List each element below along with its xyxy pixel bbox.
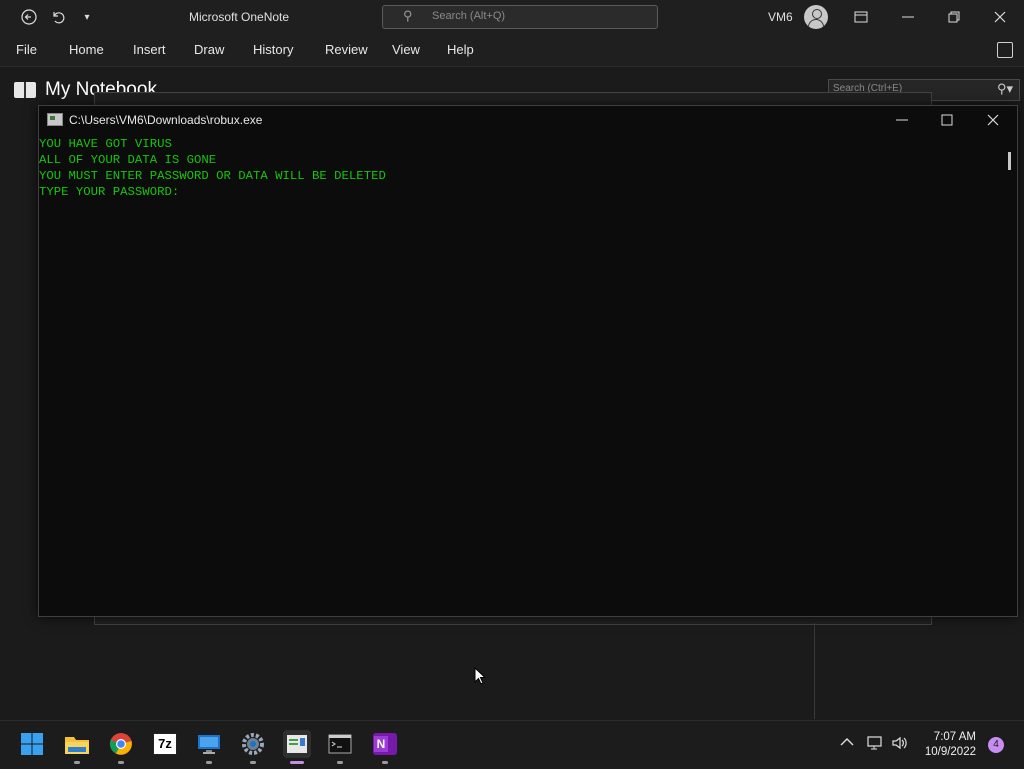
- tab-history[interactable]: History: [253, 42, 293, 57]
- network-icon[interactable]: [866, 735, 884, 755]
- notification-badge[interactable]: 4: [988, 737, 1004, 753]
- divider: [814, 623, 815, 719]
- clock[interactable]: 7:07 AM 10/9/2022: [912, 730, 976, 760]
- quick-access-chevron-icon[interactable]: ▾: [74, 5, 100, 29]
- clock-time: 7:07 AM: [933, 731, 976, 743]
- chevron-up-icon[interactable]: [840, 735, 854, 750]
- search-icon: ⚲: [403, 8, 413, 23]
- console-window[interactable]: C:\Users\VM6\Downloads\robux.exe YOU HAV…: [38, 105, 1018, 617]
- tab-view[interactable]: View: [392, 42, 420, 57]
- notebook-icon: [14, 82, 36, 98]
- volume-icon[interactable]: [891, 735, 909, 755]
- ribbon-display-icon[interactable]: [839, 4, 883, 30]
- search-placeholder: Search (Alt+Q): [432, 10, 506, 22]
- notepad-icon[interactable]: [283, 730, 311, 758]
- console-minimize-button[interactable]: [880, 108, 924, 132]
- title-bar: ▾ Microsoft OneNote ⚲ Search (Alt+Q) VM6: [0, 0, 1024, 34]
- undo-icon[interactable]: [45, 5, 71, 29]
- remote-desktop-icon[interactable]: [196, 731, 222, 757]
- onenote-label: N: [374, 736, 388, 752]
- console-title-bar[interactable]: C:\Users\VM6\Downloads\robux.exe: [39, 106, 1017, 134]
- console-close-button[interactable]: [971, 108, 1015, 132]
- restore-button[interactable]: [932, 4, 976, 30]
- notepad-active-indicator: [290, 761, 304, 764]
- console-output[interactable]: YOU HAVE GOT VIRUS ALL OF YOUR DATA IS G…: [39, 136, 999, 614]
- clock-date: 10/9/2022: [924, 746, 976, 758]
- onenote-running-indicator: [382, 761, 388, 764]
- console-line: YOU HAVE GOT VIRUS: [39, 137, 172, 151]
- minimize-button[interactable]: [886, 4, 930, 30]
- tab-draw[interactable]: Draw: [194, 42, 224, 57]
- settings-running-indicator: [250, 761, 256, 764]
- settings-icon[interactable]: [240, 731, 266, 757]
- close-button[interactable]: [978, 4, 1022, 30]
- terminal-running-indicator: [337, 761, 343, 764]
- console-path: C:\Users\VM6\Downloads\robux.exe: [69, 113, 263, 127]
- 7zip-icon[interactable]: 7z: [152, 731, 178, 757]
- tab-insert[interactable]: Insert: [133, 42, 166, 57]
- sticky-notes-icon[interactable]: [997, 42, 1013, 58]
- taskbar: 7z N 7:07 AM 10/9/2022 4: [0, 720, 1024, 769]
- back-icon[interactable]: [16, 5, 42, 29]
- avatar[interactable]: [804, 5, 828, 29]
- tab-review[interactable]: Review: [325, 42, 368, 57]
- console-line: YOU MUST ENTER PASSWORD OR DATA WILL BE …: [39, 169, 386, 183]
- app-search-input[interactable]: ⚲ Search (Alt+Q): [382, 5, 658, 29]
- console-prompt: TYPE YOUR PASSWORD:: [39, 185, 180, 199]
- chrome-running-indicator: [118, 761, 124, 764]
- app-title: Microsoft OneNote: [189, 10, 290, 24]
- user-name[interactable]: VM6: [768, 10, 793, 24]
- tab-home[interactable]: Home: [69, 42, 104, 57]
- ribbon-tabs: File Home Insert Draw History Review Vie…: [0, 34, 1024, 67]
- console-maximize-button[interactable]: [925, 108, 969, 132]
- file-explorer-running-indicator: [74, 761, 80, 764]
- console-scrollbar-thumb[interactable]: [1008, 152, 1011, 170]
- console-line: ALL OF YOUR DATA IS GONE: [39, 153, 217, 167]
- tab-help[interactable]: Help: [447, 42, 474, 57]
- tab-file[interactable]: File: [16, 42, 37, 57]
- file-explorer-icon[interactable]: [64, 731, 90, 757]
- notebook-search-icon: ⚲▾: [996, 81, 1013, 96]
- 7zip-label: 7z: [153, 733, 177, 755]
- chrome-icon[interactable]: [108, 731, 134, 757]
- onenote-icon[interactable]: N: [372, 731, 398, 757]
- start-icon[interactable]: [19, 731, 45, 757]
- remote-desktop-running-indicator: [206, 761, 212, 764]
- console-app-icon: [47, 113, 63, 126]
- terminal-icon[interactable]: [327, 731, 353, 757]
